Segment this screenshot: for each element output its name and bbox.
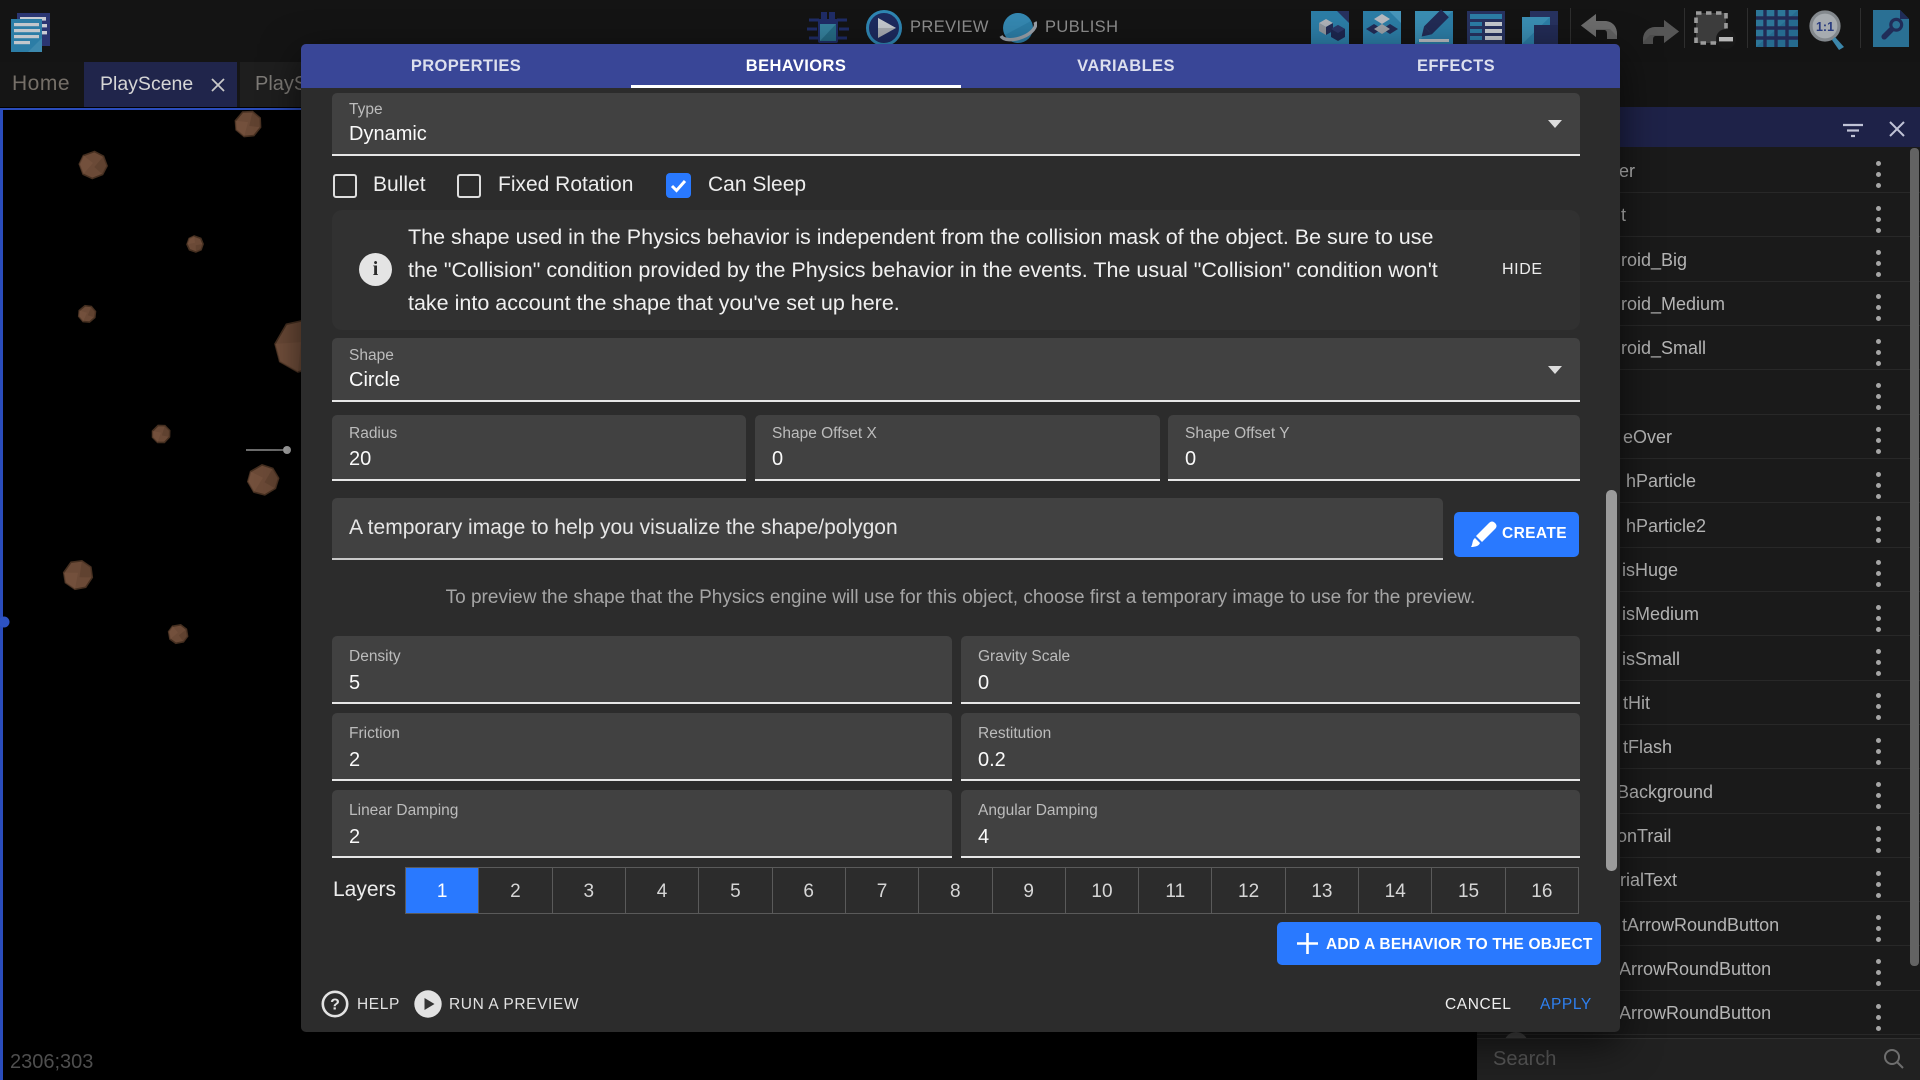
svg-text:?: ? — [330, 997, 340, 1014]
svg-text:1:1: 1:1 — [1816, 20, 1834, 34]
